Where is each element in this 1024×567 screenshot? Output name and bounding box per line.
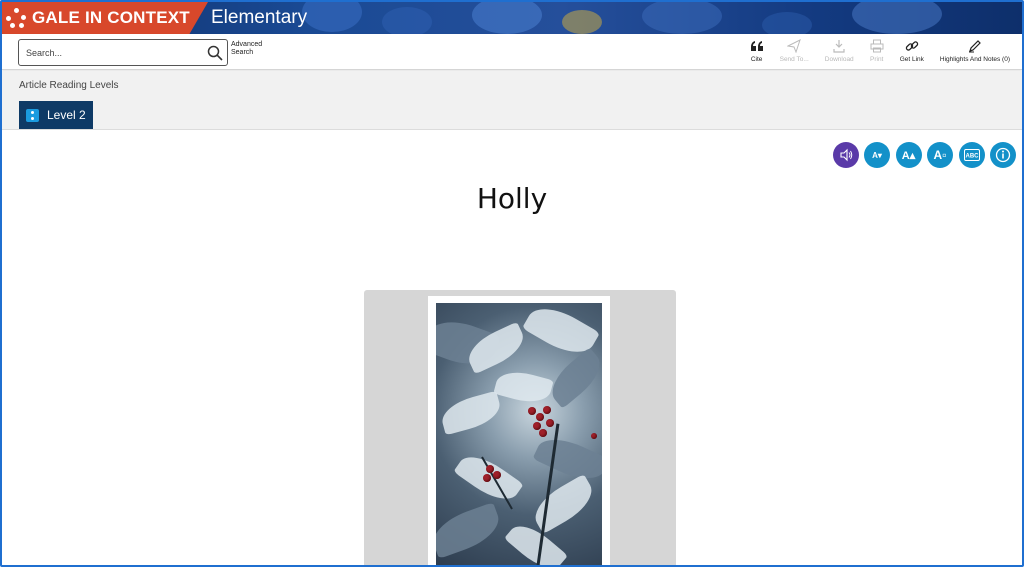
cite-label: Cite [750, 56, 763, 63]
search-box [18, 39, 228, 66]
article-image-container [364, 290, 676, 565]
download-label: Download [824, 56, 854, 63]
cite-button[interactable]: Cite [742, 39, 772, 67]
advanced-search-link[interactable]: Advanced Search [231, 41, 271, 57]
increase-text-size-button[interactable]: A▴ [895, 142, 922, 168]
decrease-text-size-button[interactable]: A▾ [864, 142, 890, 168]
info-icon [995, 147, 1011, 163]
level-icon [26, 108, 39, 122]
level-tab-label: Level 2 [47, 108, 86, 122]
translate-button[interactable]: ABC [958, 142, 985, 168]
highlights-notes-button[interactable]: Highlights And Notes (0) [932, 39, 1018, 67]
get-link-button[interactable]: Get Link [892, 39, 932, 67]
reading-levels-title: Article Reading Levels [19, 80, 119, 91]
download-button[interactable]: Download [817, 39, 862, 67]
speaker-icon [839, 148, 852, 162]
link-icon [905, 41, 919, 51]
read-aloud-button[interactable] [832, 142, 859, 168]
text-style-icon: A▫ [933, 148, 947, 162]
quote-icon [750, 41, 763, 51]
article-image-card[interactable] [428, 296, 610, 565]
tab-level-2[interactable]: Level 2 [19, 101, 93, 129]
gale-logo-icon [6, 8, 26, 28]
info-button[interactable] [990, 142, 1016, 168]
pencil-icon [968, 40, 981, 53]
article-title: Holly [476, 182, 548, 215]
print-icon [870, 39, 884, 53]
print-button[interactable]: Print [862, 39, 892, 67]
header-banner: GALE IN CONTEXT Elementary [2, 2, 1022, 34]
download-icon [833, 40, 845, 53]
tools-menu: Cite Send To... Download Print Get Link … [742, 39, 1018, 67]
highlights-notes-label: Highlights And Notes (0) [939, 56, 1010, 63]
toolbar: Advanced Search Cite Send To... Downl [2, 34, 1022, 70]
send-to-button[interactable]: Send To... [772, 39, 817, 67]
brand-name: GALE IN CONTEXT [32, 8, 190, 27]
text-style-button[interactable]: A▫ [927, 142, 953, 168]
holly-photo [436, 303, 602, 565]
text-larger-icon: A▴ [901, 149, 916, 162]
print-label: Print [870, 56, 884, 63]
search-input[interactable] [19, 40, 199, 65]
svg-text:ABC: ABC [965, 154, 979, 160]
brand-logo[interactable]: GALE IN CONTEXT [2, 2, 208, 34]
send-to-label: Send To... [779, 56, 809, 63]
app-window: GALE IN CONTEXT Elementary Advanced Sear… [0, 0, 1024, 567]
text-smaller-icon: A▾ [872, 150, 882, 160]
search-icon[interactable] [207, 45, 223, 61]
edition-name: Elementary [211, 7, 308, 28]
abc-icon: ABC [963, 149, 980, 161]
reading-levels-bar: Article Reading Levels Level 2 [2, 71, 1022, 130]
accessibility-toolbar: A▾ A▴ A▫ ABC [827, 142, 1016, 168]
get-link-label: Get Link [899, 56, 924, 63]
send-icon [787, 39, 802, 53]
